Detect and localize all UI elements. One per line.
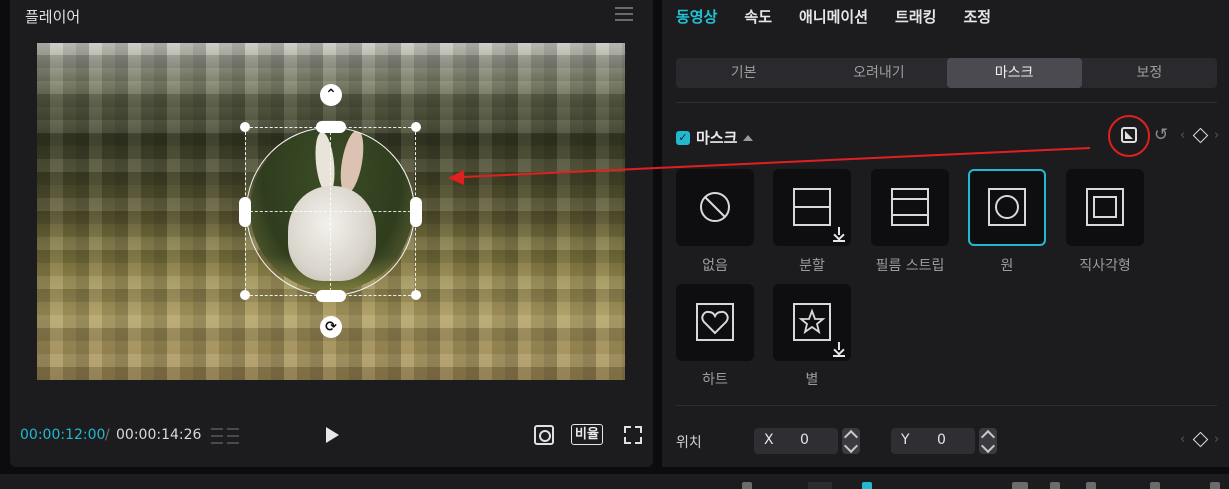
annotation-highlight-circle xyxy=(1108,115,1150,157)
mask-option-heart[interactable] xyxy=(676,284,754,361)
subtab-cutout[interactable]: 오려내기 xyxy=(811,58,946,88)
y-axis-label: Y xyxy=(901,432,910,448)
reset-icon[interactable]: ↺ xyxy=(1154,125,1168,145)
divider xyxy=(676,102,1217,103)
zoom-focus-icon[interactable] xyxy=(534,425,554,445)
x-value[interactable]: 0 xyxy=(800,432,809,448)
mask-option-none[interactable] xyxy=(676,169,754,246)
mask-section-label: 마스크 xyxy=(696,129,738,147)
mask-option-label: 분할 xyxy=(799,258,825,274)
download-icon xyxy=(833,342,845,355)
tab-speed[interactable]: 속도 xyxy=(744,6,772,27)
rectangle-mask-icon xyxy=(1086,188,1124,226)
player-panel: 플레이어 ⌃ ⟳ 00:00:12:00 / 00:00:14:26 비율 xyxy=(10,0,653,467)
position-x-field[interactable]: X 0 xyxy=(754,428,838,454)
next-keyframe-icon[interactable]: › xyxy=(1214,432,1219,447)
prev-keyframe-icon[interactable]: ‹ xyxy=(1180,432,1185,447)
keyframe-icon[interactable] xyxy=(1192,127,1209,144)
current-time: 00:00:12:00 xyxy=(20,427,106,443)
position-y-field[interactable]: Y 0 xyxy=(891,428,975,454)
menu-icon[interactable] xyxy=(615,7,633,21)
mask-option-rectangle[interactable] xyxy=(1066,169,1144,246)
tab-video[interactable]: 동영상 xyxy=(676,6,717,27)
edge-handle-top[interactable] xyxy=(316,121,346,133)
fullscreen-icon[interactable] xyxy=(624,426,642,444)
mask-guide-vertical xyxy=(330,127,331,296)
mask-option-star[interactable] xyxy=(773,284,851,361)
subtab-mask[interactable]: 마스크 xyxy=(946,58,1082,88)
y-value[interactable]: 0 xyxy=(937,432,946,448)
mask-option-label: 원 xyxy=(1000,258,1014,274)
circle-mask-icon xyxy=(988,188,1026,226)
corner-handle-bottom-right[interactable] xyxy=(411,290,421,300)
film-strip-icon xyxy=(891,188,929,226)
mask-option-label: 없음 xyxy=(702,258,728,274)
subtab-correction[interactable]: 보정 xyxy=(1082,58,1217,88)
none-icon xyxy=(700,192,730,222)
video-subtabs: 기본 오려내기 마스크 보정 xyxy=(676,58,1217,88)
editor-window: 플레이어 ⌃ ⟳ 00:00:12:00 / 00:00:14:26 비율 동영… xyxy=(0,0,1229,489)
mask-option-label: 필름 스트립 xyxy=(875,258,945,274)
prev-keyframe-icon[interactable]: ‹ xyxy=(1180,128,1185,143)
position-label: 위치 xyxy=(676,435,702,451)
mask-option-film-strip[interactable] xyxy=(871,169,949,246)
subtab-basic[interactable]: 기본 xyxy=(676,58,811,88)
tab-animation[interactable]: 애니메이션 xyxy=(799,6,868,27)
timeline-toolbar xyxy=(0,474,1229,489)
properties-panel: 동영상 속도 애니메이션 트래킹 조정 기본 오려내기 마스크 보정 ✓ 마스크… xyxy=(662,0,1229,467)
download-icon xyxy=(833,227,845,240)
divider xyxy=(676,405,1217,406)
position-x-stepper[interactable] xyxy=(842,428,860,454)
mask-option-label: 하트 xyxy=(702,372,728,388)
time-separator: / xyxy=(105,427,110,443)
tab-tracking[interactable]: 트래킹 xyxy=(895,6,936,27)
mask-option-label: 별 xyxy=(805,372,819,388)
heart-mask-icon xyxy=(696,303,734,341)
x-axis-label: X xyxy=(764,432,774,448)
player-title: 플레이어 xyxy=(25,8,81,26)
position-keyframe-icon[interactable] xyxy=(1192,431,1209,448)
edge-handle-bottom[interactable] xyxy=(316,290,346,302)
video-preview[interactable]: ⌃ ⟳ xyxy=(37,43,625,380)
play-icon[interactable] xyxy=(326,427,339,443)
edge-handle-left[interactable] xyxy=(239,197,251,227)
ratio-button[interactable]: 비율 xyxy=(571,424,603,445)
property-tabs: 동영상 속도 애니메이션 트래킹 조정 xyxy=(676,6,1018,27)
total-time: 00:00:14:26 xyxy=(116,427,202,443)
tab-adjust[interactable]: 조정 xyxy=(963,6,991,27)
corner-handle-bottom-left[interactable] xyxy=(240,290,250,300)
mask-option-circle[interactable] xyxy=(968,169,1046,246)
mask-section-header: ✓ 마스크 xyxy=(676,127,754,148)
next-keyframe-icon[interactable]: › xyxy=(1214,128,1219,143)
feather-handle-icon[interactable]: ⌃ xyxy=(320,84,342,106)
rotate-handle-icon[interactable]: ⟳ xyxy=(320,316,342,338)
position-y-stepper[interactable] xyxy=(979,428,997,454)
mask-option-label: 직사각형 xyxy=(1079,258,1131,274)
corner-handle-top-left[interactable] xyxy=(240,122,250,132)
edge-handle-right[interactable] xyxy=(410,197,422,227)
collapse-caret-icon[interactable] xyxy=(743,134,754,141)
corner-handle-top-right[interactable] xyxy=(411,122,421,132)
mask-option-split[interactable] xyxy=(773,169,851,246)
timeline-grid-icon[interactable] xyxy=(211,426,239,445)
mask-checkbox[interactable]: ✓ xyxy=(676,130,690,145)
